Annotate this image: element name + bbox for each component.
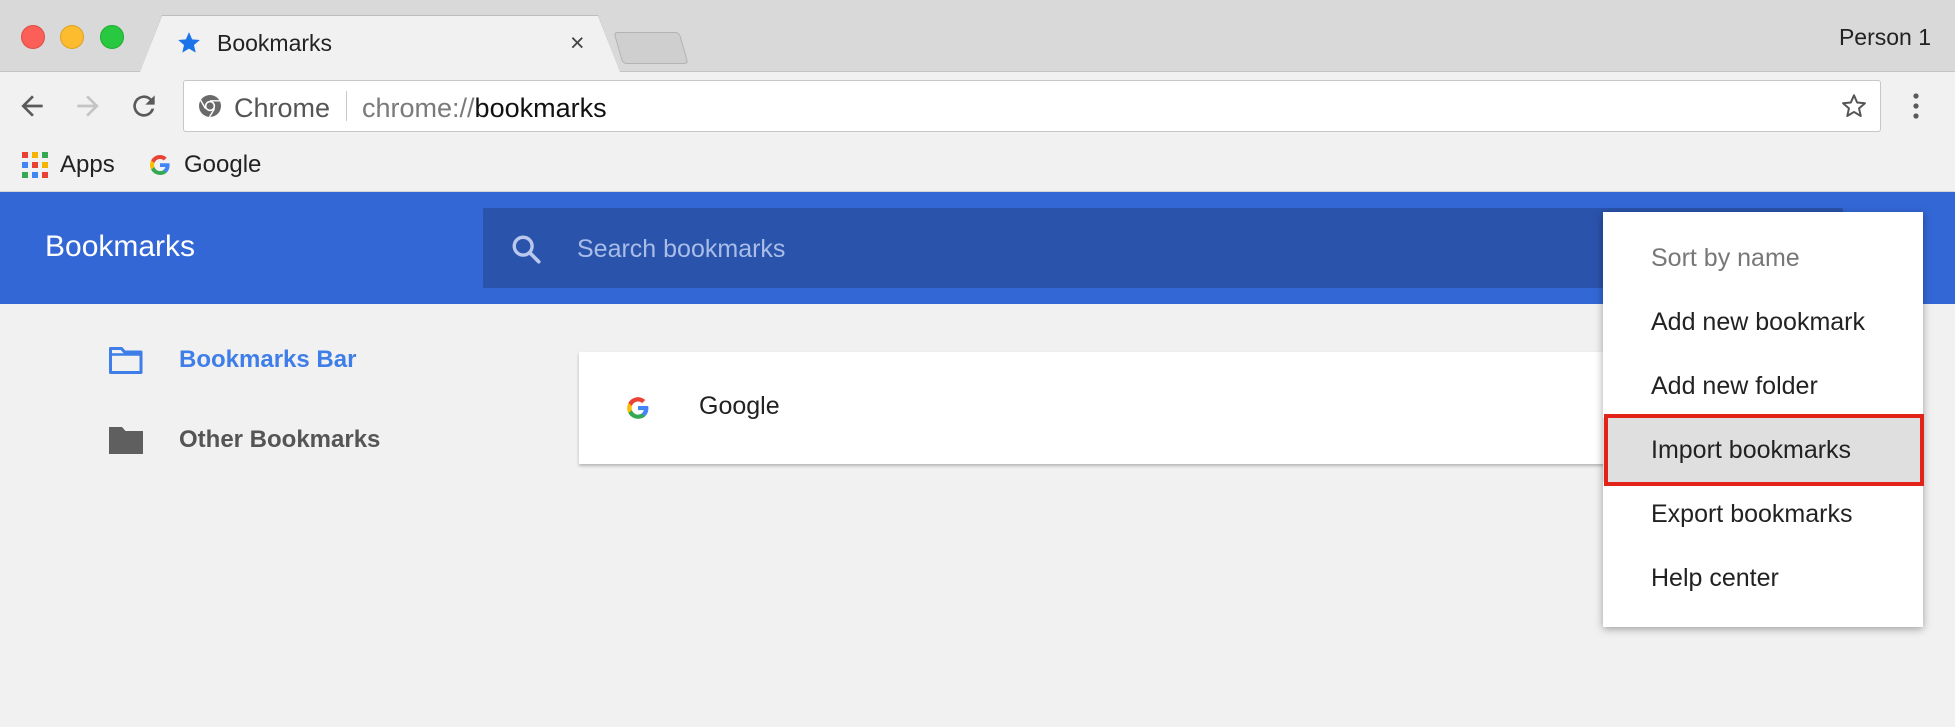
url-scheme: chrome:// <box>362 93 475 123</box>
browser-toolbar: Chrome chrome://bookmarks <box>0 72 1955 140</box>
profile-button[interactable]: Person 1 <box>1839 24 1931 51</box>
forward-arrow-icon[interactable] <box>72 90 104 122</box>
window-titlebar: Bookmarks × Person 1 <box>0 0 1955 72</box>
sidebar-item-other-bookmarks[interactable]: Other Bookmarks <box>108 420 380 460</box>
url-host: bookmarks <box>474 93 607 123</box>
address-bar[interactable]: Chrome chrome://bookmarks <box>183 80 1881 132</box>
back-arrow-icon[interactable] <box>16 90 48 122</box>
menu-item-import-bookmarks[interactable]: Import bookmarks <box>1603 418 1923 482</box>
folder-filled-icon <box>109 427 143 454</box>
search-input[interactable] <box>575 228 1779 270</box>
url-text[interactable]: chrome://bookmarks <box>362 93 607 124</box>
tab-close-icon[interactable]: × <box>570 30 585 56</box>
new-tab-button[interactable] <box>613 32 689 64</box>
sidebar-item-label: Other Bookmarks <box>179 426 381 453</box>
menu-item-add-new-folder[interactable]: Add new folder <box>1603 354 1923 418</box>
google-icon <box>627 397 649 419</box>
bookmark-google-label: Google <box>184 151 262 178</box>
tab-title: Bookmarks <box>217 30 333 56</box>
star-icon <box>178 32 200 53</box>
bookmarks-bar: Apps Google <box>0 140 1955 192</box>
close-window-button[interactable] <box>21 25 45 49</box>
tab-bookmarks[interactable] <box>140 16 620 72</box>
bookmark-apps-label: Apps <box>60 151 115 178</box>
bookmark-apps[interactable]: Apps <box>22 148 115 182</box>
reload-icon[interactable] <box>128 90 160 122</box>
chrome-label: Chrome <box>234 93 331 123</box>
maximize-window-button[interactable] <box>100 25 124 49</box>
apps-grid-icon <box>22 152 48 178</box>
more-vert-icon[interactable] <box>1906 90 1926 122</box>
menu-item-export-bookmarks[interactable]: Export bookmarks <box>1603 482 1923 546</box>
bookmark-star-icon[interactable] <box>1840 92 1868 120</box>
page-title: Bookmarks <box>45 230 196 263</box>
bookmark-google[interactable]: Google <box>148 148 261 182</box>
sidebar-item-bookmarks-bar[interactable]: Bookmarks Bar <box>108 340 356 380</box>
menu-item-sort-by-name: Sort by name <box>1651 244 1800 272</box>
sidebar-item-label: Bookmarks Bar <box>179 346 357 373</box>
menu-item-add-new-bookmark[interactable]: Add new bookmark <box>1603 290 1923 354</box>
list-item-title: Google <box>699 392 780 420</box>
minimize-window-button[interactable] <box>60 25 84 49</box>
menu-item-help-center[interactable]: Help center <box>1603 546 1923 610</box>
organize-menu: Sort by name Add new bookmark Add new fo… <box>1603 212 1923 627</box>
google-icon <box>149 155 170 176</box>
search-icon <box>512 235 541 264</box>
folder-outline-icon <box>109 347 143 374</box>
chrome-icon <box>199 95 221 118</box>
omnibox-divider <box>346 91 347 121</box>
